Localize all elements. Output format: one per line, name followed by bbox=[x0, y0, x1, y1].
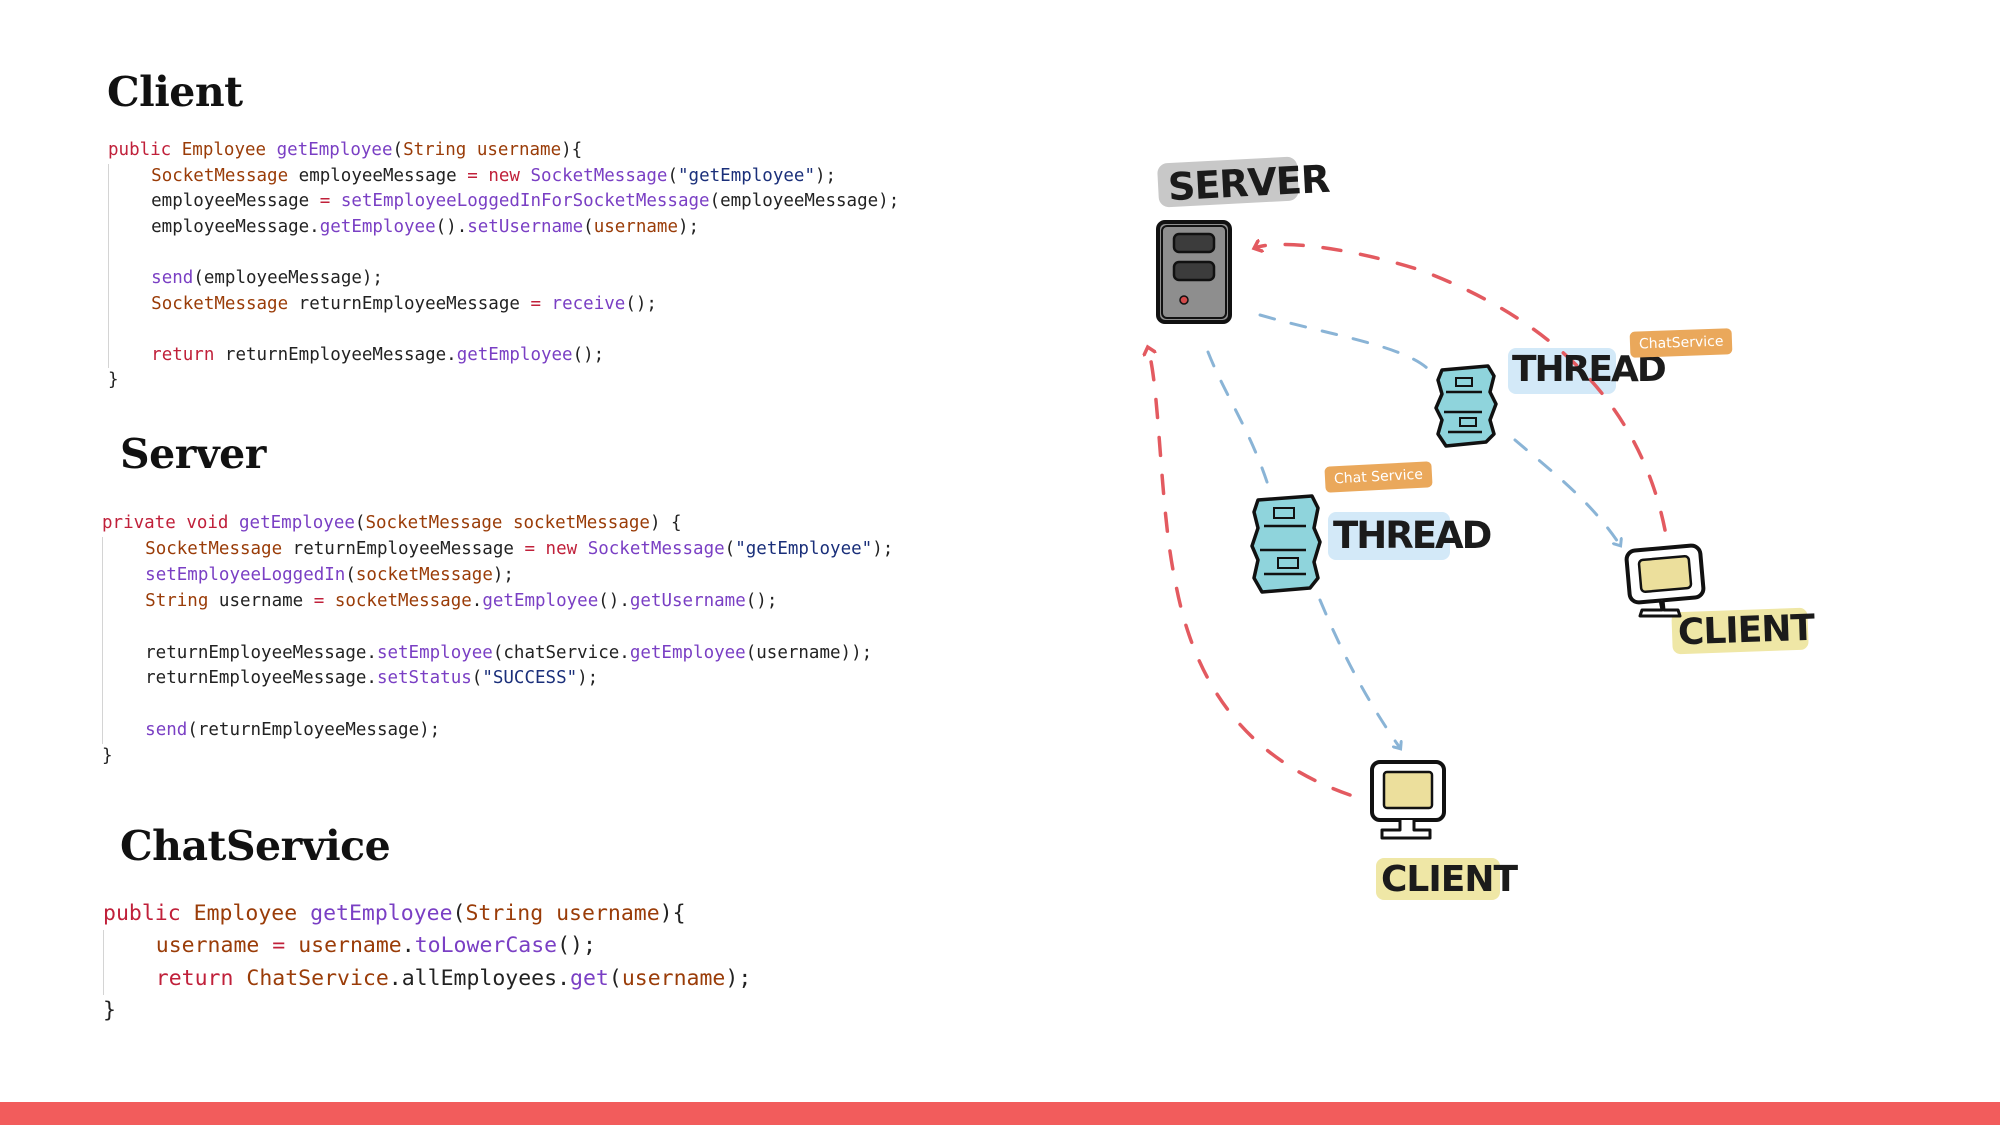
code-line: setEmployeeLoggedIn(socketMessage); bbox=[102, 562, 893, 589]
code-line: return returnEmployeeMessage.getEmployee… bbox=[108, 342, 899, 369]
client-label-1: CLIENT bbox=[1677, 607, 1815, 654]
code-line: } bbox=[108, 370, 119, 391]
code-line: private void getEmployee(SocketMessage s… bbox=[102, 513, 682, 533]
code-line: send(employeeMessage); bbox=[108, 265, 899, 292]
code-line: send(returnEmployeeMessage); bbox=[102, 718, 893, 745]
diagram-canvas bbox=[1100, 156, 1809, 900]
code-line bbox=[102, 614, 893, 641]
chatservice-code-block: public Employee getEmployee(String usern… bbox=[103, 898, 751, 1027]
code-line: returnEmployeeMessage.setEmployee(chatSe… bbox=[102, 640, 893, 667]
code-line bbox=[102, 692, 893, 719]
client-heading: Client bbox=[107, 68, 243, 116]
client-label-2: CLIENT bbox=[1381, 859, 1518, 900]
arrow-server-to-thread2 bbox=[1206, 350, 1270, 487]
arrow-client2-to-server bbox=[1148, 348, 1352, 797]
arrow-thread1-to-client1 bbox=[1513, 438, 1620, 545]
code-line: SocketMessage employeeMessage = new Sock… bbox=[108, 163, 899, 190]
thread-label-2: THREAD bbox=[1333, 514, 1492, 557]
monitor-icon bbox=[1624, 543, 1706, 618]
code-line bbox=[108, 240, 899, 266]
chatservice-heading: ChatService bbox=[120, 822, 391, 870]
thread-stack-icon bbox=[1434, 364, 1498, 448]
arrow-thread2-to-client2 bbox=[1318, 598, 1400, 748]
code-line: public Employee getEmployee(String usern… bbox=[103, 901, 686, 926]
server-code-block: private void getEmployee(SocketMessage s… bbox=[102, 511, 893, 770]
code-line: return ChatService.allEmployees.get(user… bbox=[103, 962, 751, 995]
code-line: returnEmployeeMessage.setStatus("SUCCESS… bbox=[102, 666, 893, 693]
monitor-icon bbox=[1370, 760, 1446, 840]
code-line: employeeMessage.getEmployee().setUsernam… bbox=[108, 214, 899, 241]
code-line: } bbox=[103, 997, 116, 1023]
code-line: public Employee getEmployee(String usern… bbox=[108, 140, 583, 160]
footer-accent-bar bbox=[0, 1102, 2000, 1125]
server-label: SERVER bbox=[1166, 156, 1331, 210]
code-line: SocketMessage returnEmployeeMessage = re… bbox=[108, 291, 899, 318]
code-line: SocketMessage returnEmployeeMessage = ne… bbox=[102, 536, 893, 563]
server-heading: Server bbox=[120, 430, 266, 478]
code-line: employeeMessage = setEmployeeLoggedInFor… bbox=[108, 189, 899, 215]
code-line: String username = socketMessage.getEmplo… bbox=[102, 588, 893, 615]
server-tower-icon bbox=[1156, 220, 1232, 324]
code-line: } bbox=[102, 746, 113, 767]
thread-stack-icon bbox=[1250, 494, 1322, 594]
chatservice-badge-1: ChatService bbox=[1629, 328, 1733, 358]
code-line: username = username.toLowerCase(); bbox=[103, 930, 751, 963]
code-line bbox=[108, 317, 899, 343]
architecture-diagram: SERVER THREAD THREAD CLIENT CLIENT ChatS… bbox=[1100, 130, 1960, 930]
chatservice-badge-2: Chat Service bbox=[1324, 461, 1433, 493]
client-code-block: public Employee getEmployee(String usern… bbox=[108, 138, 899, 394]
arrow-server-to-thread1 bbox=[1258, 313, 1429, 370]
thread-label-1: THREAD bbox=[1512, 349, 1667, 390]
